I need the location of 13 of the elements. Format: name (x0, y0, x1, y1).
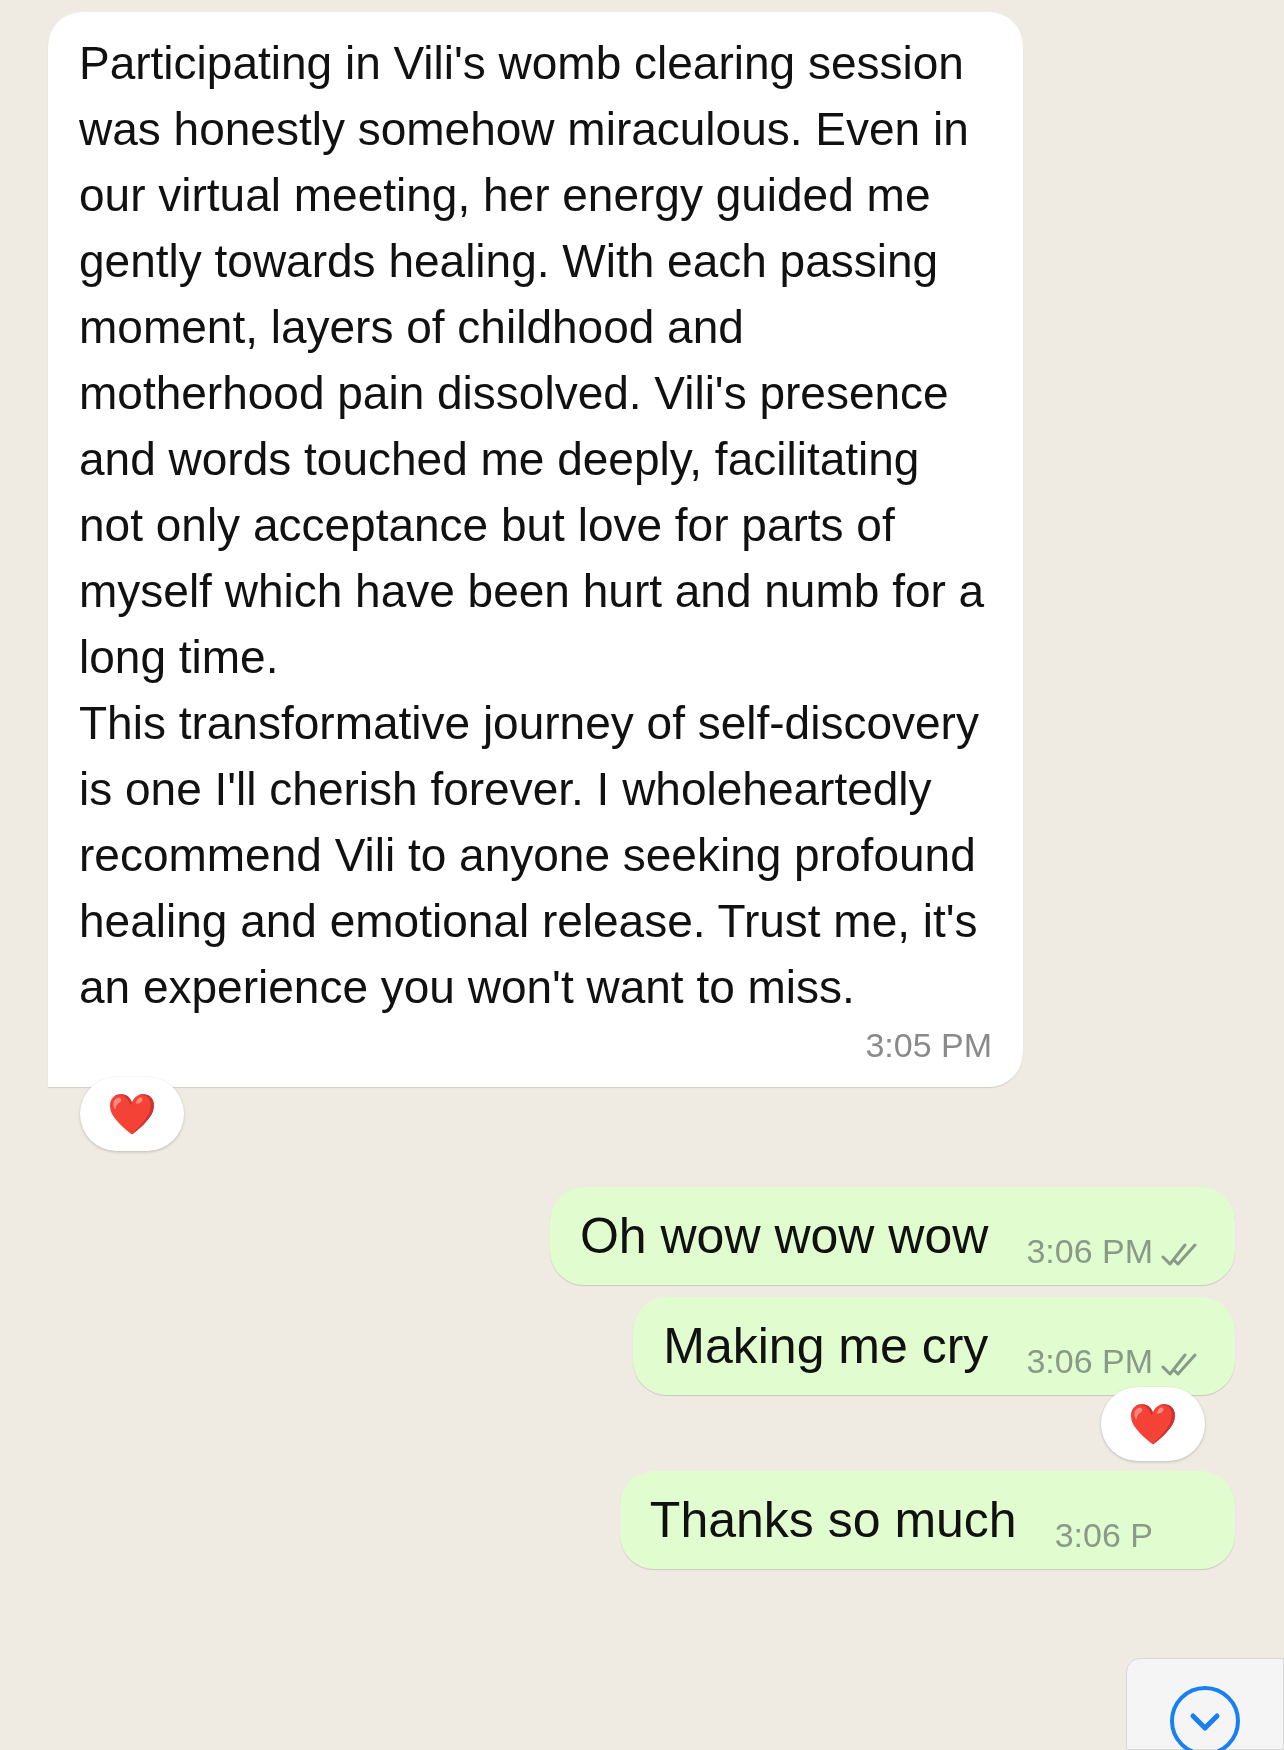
message-time: 3:05 PM (865, 1025, 992, 1066)
message-time: 3:06 PM (1026, 1341, 1153, 1382)
message-time: 3:06 P (1054, 1515, 1153, 1556)
message-text: Making me cry (663, 1317, 989, 1376)
message-text: This transformative journey of self-discovery is one I'll cherish forever. I wholeheartedly recommend Vili to anyone seeking profound healing and emotional release. Trust me, it's an experience you won't want to miss. (79, 696, 980, 1015)
message-text: Thanks so much (649, 1491, 1017, 1550)
reaction-badge[interactable]: ❤ (80, 1077, 184, 1151)
reaction-badge[interactable]: ❤ (1101, 1387, 1205, 1461)
message-text: Oh wow wow wow (579, 1207, 989, 1266)
message-text: Participating in Vili's womb clearing session was honestly somehow miraculous. Even in our virtual meeting, her energy guided me gently towards healing. With each passing moment, layers of childhood and motherhood pain dissolved. Vili's presence and words touched me deeply, facilitating not only acceptance but love for parts of myself which have been hurt and numb for a long time. (79, 36, 986, 685)
scroll-down-button[interactable] (1126, 1658, 1284, 1750)
chevron-down-icon (1169, 1685, 1241, 1750)
message-time: 3:06 PM (1026, 1231, 1153, 1272)
